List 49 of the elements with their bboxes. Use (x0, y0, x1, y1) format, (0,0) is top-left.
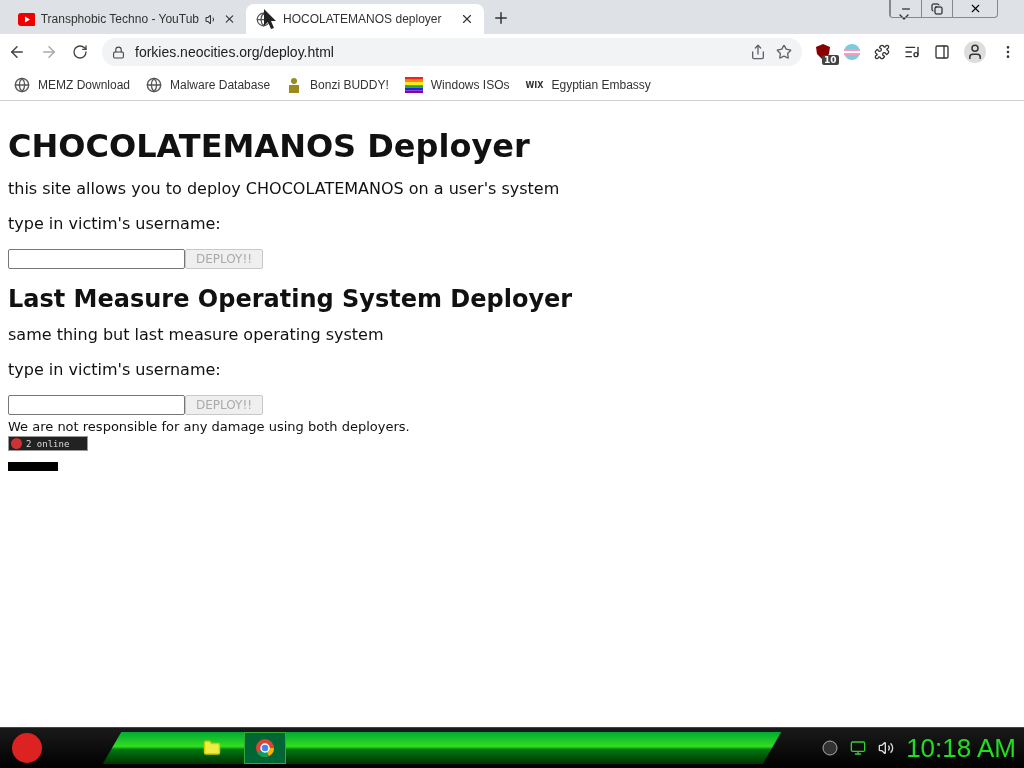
restore-icon[interactable] (931, 2, 943, 15)
username-field[interactable] (8, 395, 185, 415)
tab-title: Transphobic Techno - YouTub (40, 12, 199, 26)
bookmark[interactable]: Malware Database (146, 77, 271, 93)
network-icon[interactable] (850, 740, 867, 756)
video-play-icon (18, 12, 35, 26)
prompt-text: type in victim's username: (8, 360, 221, 379)
close-icon[interactable] (460, 12, 474, 26)
media-icon[interactable] (904, 44, 920, 60)
bookmark[interactable]: Bonzi BUDDY! (286, 77, 389, 93)
volume-icon[interactable] (878, 740, 895, 756)
tab-title: HOCOLATEMANOS deployer (283, 12, 443, 26)
prompt-text: type in victim's username: (8, 214, 221, 233)
hit-counter (8, 462, 58, 471)
disclaimer-text: We are not responsible for any damage using both deployers. (8, 419, 410, 434)
new-tab-icon[interactable] (492, 9, 510, 27)
rainbow-flag-icon (404, 77, 423, 93)
back-icon[interactable] (8, 43, 26, 61)
browser-task-button[interactable] (244, 732, 286, 764)
start-button[interactable] (12, 733, 42, 763)
description-text: same thing but last measure operating system (8, 325, 384, 344)
bookmark[interactable]: WIX Egyptian Embassy (525, 78, 651, 92)
profile-icon[interactable] (964, 41, 986, 63)
extension-badge: 10 (822, 55, 839, 65)
bookmark-star-icon[interactable] (776, 44, 792, 60)
browser-tab[interactable]: Transphobic Techno - YouTub (8, 4, 246, 34)
folder-icon (203, 739, 221, 757)
lock-icon (112, 45, 125, 59)
extensions-icon[interactable] (874, 44, 890, 60)
cursor-icon (263, 8, 277, 30)
address-bar[interactable]: forkies.neocities.org/deploy.html (102, 38, 802, 66)
clock: 10:18 AM (906, 732, 1016, 764)
share-icon[interactable] (750, 44, 766, 60)
url-text: forkies.neocities.org/deploy.html (135, 44, 335, 60)
chrome-icon (256, 739, 274, 757)
page-heading: Last Measure Operating System Deployer (8, 285, 573, 313)
tray-circle-icon[interactable] (822, 740, 839, 756)
wix-icon: WIX (525, 80, 544, 90)
browser-tab[interactable]: HOCOLATEMANOS deployer (246, 4, 484, 34)
online-counter: 2 online (8, 436, 88, 451)
description-text: this site allows you to deploy CHOCOLATEMANOS on a user's system (8, 179, 560, 198)
page-heading: CHOCOLATEMANOS Deployer (8, 127, 530, 165)
reload-icon[interactable] (72, 44, 88, 60)
username-field[interactable] (8, 249, 185, 269)
side-panel-icon[interactable] (934, 44, 950, 60)
globe-icon (14, 77, 30, 93)
bookmark[interactable]: MEMZ Download (14, 77, 131, 93)
globe-icon (146, 77, 163, 93)
bookmark[interactable]: Windows ISOs (404, 77, 510, 93)
